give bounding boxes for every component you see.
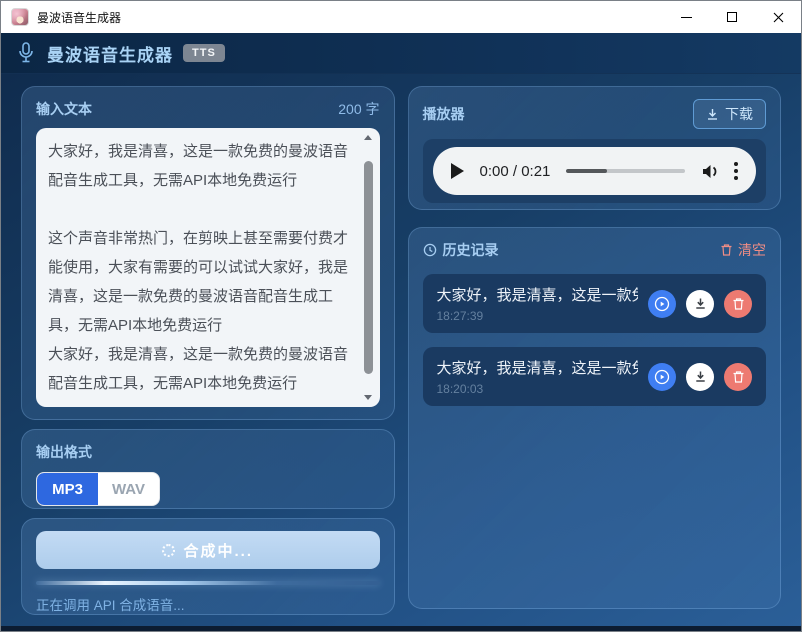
titlebar: 曼波语音生成器 bbox=[1, 1, 801, 33]
history-play-button[interactable] bbox=[648, 363, 676, 391]
minimize-icon bbox=[681, 17, 692, 18]
audio-seek-slider[interactable] bbox=[566, 169, 685, 173]
history-item: 大家好，我是清喜，这是一款免... 18:20:03 bbox=[423, 347, 767, 406]
history-download-button[interactable] bbox=[686, 290, 714, 318]
history-panel: 历史记录 清空 大家好，我是清喜，这是一款免... 18:27:39 bbox=[408, 227, 782, 609]
audio-player: 0:00 / 0:21 bbox=[433, 147, 757, 195]
maximize-icon bbox=[727, 12, 737, 22]
input-text-panel: 输入文本 200 字 大家好，我是清喜，这是一款免费的曼波语音配音生成工具，无需… bbox=[21, 86, 395, 420]
format-toggle: MP3 WAV bbox=[36, 472, 160, 506]
scrollbar-thumb[interactable] bbox=[364, 161, 373, 373]
scroll-up-icon[interactable] bbox=[364, 135, 372, 140]
mic-icon bbox=[17, 42, 35, 64]
format-option-wav[interactable]: WAV bbox=[98, 473, 159, 505]
input-textarea[interactable]: 大家好，我是清喜，这是一款免费的曼波语音配音生成工具，无需API本地免费运行 这… bbox=[36, 128, 380, 407]
play-circle-icon bbox=[654, 296, 670, 312]
format-option-mp3[interactable]: MP3 bbox=[37, 473, 98, 505]
synthesize-button-label: 合成中... bbox=[183, 540, 253, 561]
tts-badge: TTS bbox=[183, 44, 225, 62]
download-button[interactable]: 下载 bbox=[693, 99, 766, 129]
synthesize-button[interactable]: 合成中... bbox=[36, 531, 380, 569]
download-icon bbox=[694, 370, 707, 383]
input-panel-header: 输入文本 200 字 bbox=[36, 99, 380, 119]
volume-icon[interactable] bbox=[701, 163, 720, 180]
audio-shell: 0:00 / 0:21 bbox=[423, 139, 767, 203]
main-content: 输入文本 200 字 大家好，我是清喜，这是一款免费的曼波语音配音生成工具，无需… bbox=[1, 74, 801, 626]
clear-history-label: 清空 bbox=[738, 240, 766, 260]
taskbar-sliver bbox=[1, 626, 801, 631]
char-count: 200 字 bbox=[338, 99, 379, 119]
output-format-label: 输出格式 bbox=[36, 442, 380, 462]
maximize-button[interactable] bbox=[709, 1, 755, 33]
history-delete-button[interactable] bbox=[724, 363, 752, 391]
clock-icon bbox=[423, 243, 437, 257]
synthesis-progress-bar bbox=[36, 581, 380, 585]
window-title: 曼波语音生成器 bbox=[37, 9, 121, 26]
app-window: 曼波语音生成器 曼波语音生成器 TTS 输入 bbox=[0, 0, 802, 632]
left-column: 输入文本 200 字 大家好，我是清喜，这是一款免费的曼波语音配音生成工具，无需… bbox=[21, 86, 395, 626]
download-icon bbox=[706, 108, 719, 121]
textarea-wrap: 大家好，我是清喜，这是一款免费的曼波语音配音生成工具，无需API本地免费运行 这… bbox=[36, 128, 380, 407]
trash-icon bbox=[732, 297, 745, 311]
history-item-texts: 大家好，我是清喜，这是一款免... 18:27:39 bbox=[437, 284, 639, 323]
history-item-texts: 大家好，我是清喜，这是一款免... 18:20:03 bbox=[437, 357, 639, 396]
download-button-label: 下载 bbox=[725, 104, 753, 124]
trash-icon bbox=[732, 370, 745, 384]
player-panel: 播放器 下载 0:00 / 0:21 bbox=[408, 86, 782, 210]
clear-history-button[interactable]: 清空 bbox=[720, 240, 766, 260]
page-title: 曼波语音生成器 bbox=[47, 41, 173, 66]
minimize-button[interactable] bbox=[663, 1, 709, 33]
scroll-down-icon[interactable] bbox=[364, 395, 372, 400]
history-delete-button[interactable] bbox=[724, 290, 752, 318]
history-item-text: 大家好，我是清喜，这是一款免... bbox=[437, 284, 639, 305]
history-label: 历史记录 bbox=[423, 240, 499, 260]
history-panel-header: 历史记录 清空 bbox=[423, 240, 767, 260]
download-icon bbox=[694, 297, 707, 310]
history-item-time: 18:27:39 bbox=[437, 309, 639, 323]
play-circle-icon bbox=[654, 369, 670, 385]
history-play-button[interactable] bbox=[648, 290, 676, 318]
app-header: 曼波语音生成器 TTS bbox=[1, 33, 801, 74]
close-icon bbox=[773, 12, 784, 23]
more-options-icon[interactable] bbox=[734, 162, 738, 180]
audio-time: 0:00 / 0:21 bbox=[480, 163, 551, 180]
window-controls bbox=[663, 1, 801, 33]
close-button[interactable] bbox=[755, 1, 801, 33]
player-label: 播放器 bbox=[423, 104, 465, 124]
input-text-label: 输入文本 bbox=[36, 99, 92, 119]
app-icon bbox=[11, 8, 29, 26]
output-format-panel: 输出格式 MP3 WAV bbox=[21, 429, 395, 509]
history-item: 大家好，我是清喜，这是一款免... 18:27:39 bbox=[423, 274, 767, 333]
play-icon[interactable] bbox=[451, 163, 464, 179]
synthesize-panel: 合成中... 正在调用 API 合成语音... bbox=[21, 518, 395, 615]
history-download-button[interactable] bbox=[686, 363, 714, 391]
synthesis-status-text: 正在调用 API 合成语音... bbox=[36, 594, 380, 614]
scrollbar-track[interactable] bbox=[364, 144, 373, 391]
history-item-text: 大家好，我是清喜，这是一款免... bbox=[437, 357, 639, 378]
trash-icon bbox=[720, 243, 733, 257]
history-label-text: 历史记录 bbox=[443, 240, 499, 260]
spinner-icon bbox=[162, 544, 175, 557]
audio-played-bar bbox=[566, 169, 606, 173]
right-column: 播放器 下载 0:00 / 0:21 bbox=[408, 86, 782, 626]
player-panel-header: 播放器 下载 bbox=[423, 99, 767, 129]
textarea-scrollbar[interactable] bbox=[361, 131, 376, 404]
history-item-time: 18:20:03 bbox=[437, 382, 639, 396]
